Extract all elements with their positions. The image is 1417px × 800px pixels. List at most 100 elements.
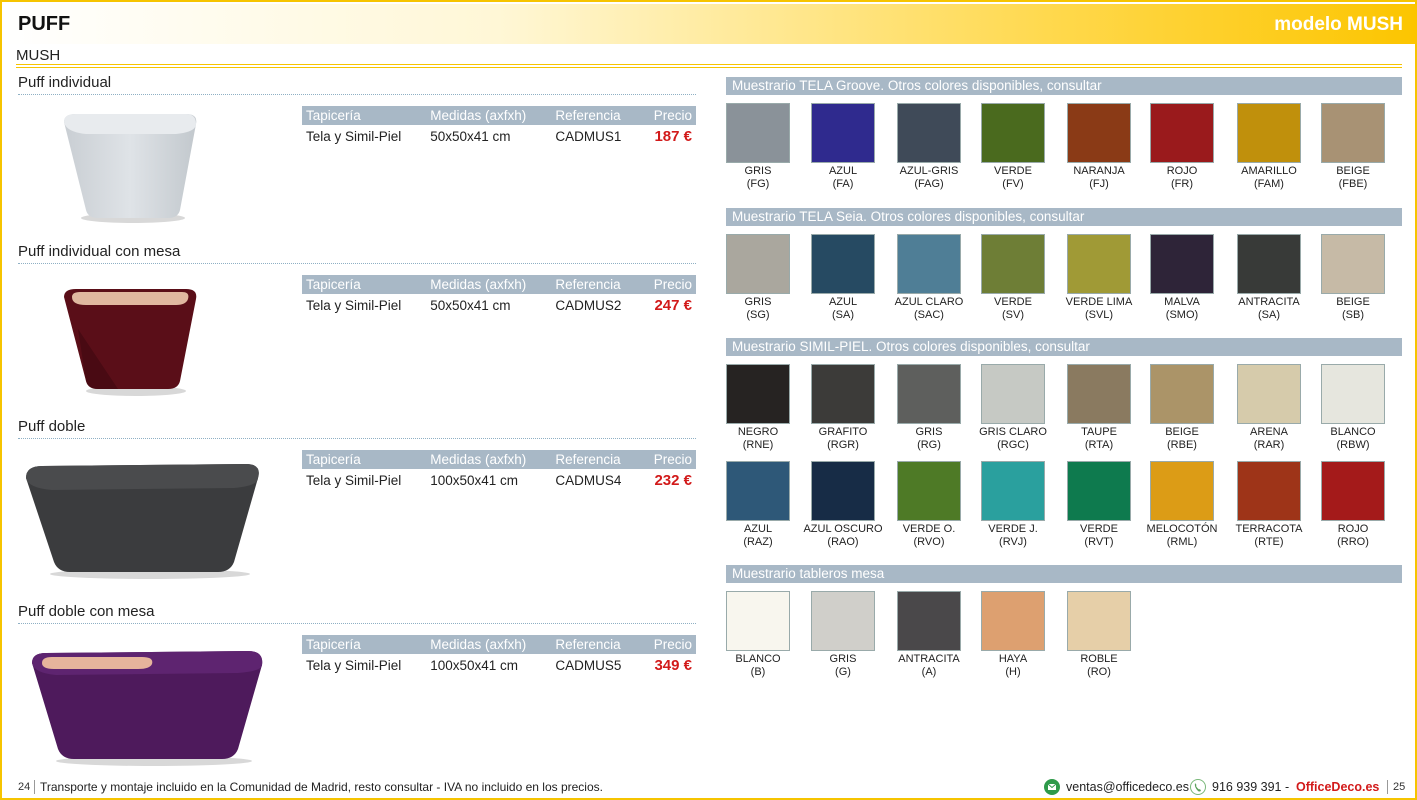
footer-email[interactable]: ventas@officedeco.es	[1066, 780, 1189, 794]
swatch-code: (RAO)	[827, 535, 859, 548]
swatch-item: GRIS (FG)	[713, 103, 803, 190]
swatch-code: (RTE)	[1254, 535, 1284, 548]
swatch-label: VERDE (FV)	[968, 165, 1058, 190]
cell-precio: 349 €	[654, 657, 692, 674]
swatch-name: NARANJA	[1073, 165, 1125, 177]
swatch-code: (RNE)	[742, 438, 774, 451]
swatch-item: VERDE J. (RVJ)	[968, 461, 1058, 548]
header-tapiceria: Tapicería	[302, 275, 427, 294]
swatch-code: (G)	[835, 665, 851, 678]
swatch-code: (B)	[750, 665, 766, 678]
swatch-item: GRIS CLARO (RGC)	[968, 364, 1058, 451]
swatch-color-chip	[1067, 364, 1131, 424]
cell-precio: 187 €	[654, 128, 692, 145]
swatch-title-simil-piel: Muestrario SIMIL-PIEL. Otros colores dis…	[726, 338, 1402, 356]
product-divider	[18, 438, 696, 439]
swatch-code: (SA)	[832, 308, 854, 321]
swatch-name: ROBLE	[1080, 653, 1118, 665]
swatch-color-chip	[1067, 461, 1131, 521]
swatch-color-chip	[726, 591, 790, 651]
swatch-name: GRAFITO	[818, 426, 868, 438]
section-subtitle: MUSH	[16, 47, 61, 64]
swatch-color-chip	[811, 234, 875, 294]
swatch-code: (SAC)	[914, 308, 944, 321]
header-tapiceria: Tapicería	[302, 106, 427, 125]
swatch-name: VERDE O.	[902, 523, 956, 535]
swatch-code: (RGC)	[997, 438, 1029, 451]
product-spec-table: Tapicería Medidas (axfxh) Referencia Pre…	[302, 106, 696, 148]
swatch-item: VERDE O. (RVO)	[884, 461, 974, 548]
swatch-item: ROBLE (RO)	[1054, 591, 1144, 678]
swatch-color-chip	[1150, 461, 1214, 521]
swatch-label: ROBLE (RO)	[1054, 653, 1144, 678]
swatch-color-chip	[1150, 364, 1214, 424]
header-referencia: Referencia	[551, 635, 641, 654]
puff-con-mesa-image	[64, 289, 197, 396]
swatch-item: ANTRACITA (A)	[884, 591, 974, 678]
swatch-color-chip	[981, 103, 1045, 163]
swatch-item: BEIGE (FBE)	[1308, 103, 1398, 190]
swatch-code: (FJ)	[1089, 177, 1109, 190]
cell-tapiceria: Tela y Simil-Piel	[306, 129, 402, 144]
swatch-label: GRIS (RG)	[884, 426, 974, 451]
swatch-code: (FR)	[1171, 177, 1193, 190]
swatch-code: (FAM)	[1254, 177, 1284, 190]
swatch-code: (RVT)	[1084, 535, 1114, 548]
cell-referencia: CADMUS5	[555, 658, 622, 673]
product-divider	[18, 623, 696, 624]
swatch-label: NEGRO (RNE)	[713, 426, 803, 451]
swatch-item: GRIS (RG)	[884, 364, 974, 451]
swatch-name: AZUL CLARO	[894, 296, 964, 308]
header-medidas: Medidas (axfxh)	[426, 635, 552, 654]
page-number-right: 25	[1393, 781, 1406, 793]
swatch-label: ANTRACITA (SA)	[1224, 296, 1314, 321]
swatch-label: AZUL (FA)	[798, 165, 888, 190]
swatch-item: GRIS (G)	[798, 591, 888, 678]
swatch-color-chip	[897, 234, 961, 294]
product-name: Puff individual con mesa	[18, 243, 181, 260]
swatch-code: (RBW)	[1336, 438, 1370, 451]
swatch-code: (SMO)	[1165, 308, 1199, 321]
product-spec-table: Tapicería Medidas (axfxh) Referencia Pre…	[302, 635, 696, 677]
swatch-code: (SB)	[1342, 308, 1364, 321]
swatch-label: ARENA (RAR)	[1224, 426, 1314, 451]
swatch-label: ROJO (FR)	[1137, 165, 1227, 190]
swatch-item: NEGRO (RNE)	[713, 364, 803, 451]
swatch-code: (FBE)	[1338, 177, 1368, 190]
cell-referencia: CADMUS4	[555, 473, 622, 488]
swatch-item: MELOCOTÓN (RML)	[1137, 461, 1227, 548]
swatch-code: (RAZ)	[743, 535, 773, 548]
swatch-item: BLANCO (B)	[713, 591, 803, 678]
swatch-label: VERDE (RVT)	[1054, 523, 1144, 548]
swatch-item: AZUL OSCURO (RAO)	[798, 461, 888, 548]
swatch-name: VERDE LIMA	[1065, 296, 1133, 308]
cell-precio: 232 €	[654, 472, 692, 489]
swatch-name: NEGRO	[737, 426, 779, 438]
swatch-title-seia: Muestrario TELA Seia. Otros colores disp…	[726, 208, 1402, 226]
swatch-color-chip	[1067, 234, 1131, 294]
swatch-label: ANTRACITA (A)	[884, 653, 974, 678]
swatch-code: (SG)	[746, 308, 770, 321]
swatch-label: VERDE LIMA (SVL)	[1054, 296, 1144, 321]
footer-brand[interactable]: OfficeDeco.es	[1296, 780, 1379, 794]
swatch-item: AZUL (RAZ)	[713, 461, 803, 548]
swatch-color-chip	[981, 461, 1045, 521]
swatch-name: BEIGE	[1336, 165, 1370, 177]
footer-phone[interactable]: 916 939 391	[1212, 780, 1282, 794]
phone-icon	[1190, 779, 1206, 795]
header-referencia: Referencia	[551, 275, 641, 294]
swatch-color-chip	[1067, 103, 1131, 163]
swatch-name: AZUL	[828, 296, 858, 308]
swatch-color-chip	[726, 234, 790, 294]
swatch-color-chip	[811, 591, 875, 651]
swatch-name: BLANCO	[735, 653, 781, 665]
page-title: PUFF	[18, 13, 71, 35]
swatch-item: BLANCO (RBW)	[1308, 364, 1398, 451]
swatch-color-chip	[726, 461, 790, 521]
swatch-label: GRIS (G)	[798, 653, 888, 678]
swatch-code: (A)	[921, 665, 937, 678]
swatch-name: VERDE	[994, 165, 1032, 177]
swatch-name: AMARILLO	[1241, 165, 1297, 177]
swatch-name: AZUL	[828, 165, 858, 177]
swatch-color-chip	[811, 103, 875, 163]
